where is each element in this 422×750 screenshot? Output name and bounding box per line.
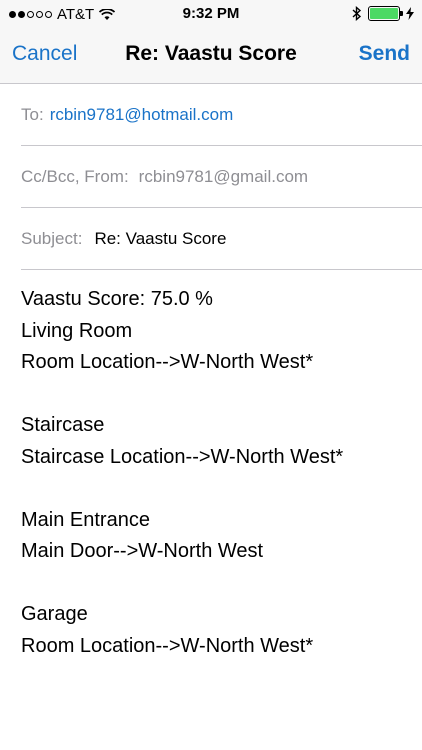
battery-icon [368, 6, 403, 21]
cc-bcc-from-label: Cc/Bcc, From: [21, 166, 129, 186]
body-line: Room Location-->W-North West* [21, 634, 314, 657]
subject-label: Subject: [21, 228, 83, 248]
to-recipient[interactable]: rcbin9781@hotmail.com [50, 105, 234, 125]
body-line: Living Room [21, 319, 133, 342]
body-line: Vaastu Score: 75.0 % [21, 288, 213, 310]
body-line: Staircase Location-->W-North West* [21, 445, 344, 468]
bluetooth-icon [352, 6, 362, 21]
body-line: Staircase [21, 414, 105, 436]
cc-bcc-from-field[interactable]: Cc/Bcc, From: rcbin9781@gmail.com [21, 146, 422, 208]
send-button[interactable]: Send [359, 42, 410, 66]
body-line: Main Door-->W-North West [21, 540, 264, 562]
body-line: Main Entrance [21, 508, 150, 531]
status-bar: AT&T 9:32 PM [0, 0, 422, 28]
to-label: To: [21, 104, 44, 124]
charging-bolt-icon [406, 7, 414, 20]
from-address[interactable]: rcbin9781@gmail.com [139, 167, 308, 187]
body-line: Room Location-->W-North West* [21, 351, 314, 373]
message-body[interactable]: Vaastu Score: 75.0 % Living Room Room Lo… [0, 270, 422, 662]
to-field[interactable]: To: rcbin9781@hotmail.com [21, 84, 422, 146]
body-line [21, 379, 401, 411]
body-line [21, 568, 401, 600]
subject-input[interactable]: Re: Vaastu Score [94, 229, 226, 249]
subject-field[interactable]: Subject: Re: Vaastu Score [21, 208, 422, 270]
body-line [21, 473, 401, 505]
navigation-bar: Cancel Re: Vaastu Score Send [0, 28, 422, 84]
body-line: Garage [21, 603, 88, 625]
status-right [352, 6, 414, 21]
